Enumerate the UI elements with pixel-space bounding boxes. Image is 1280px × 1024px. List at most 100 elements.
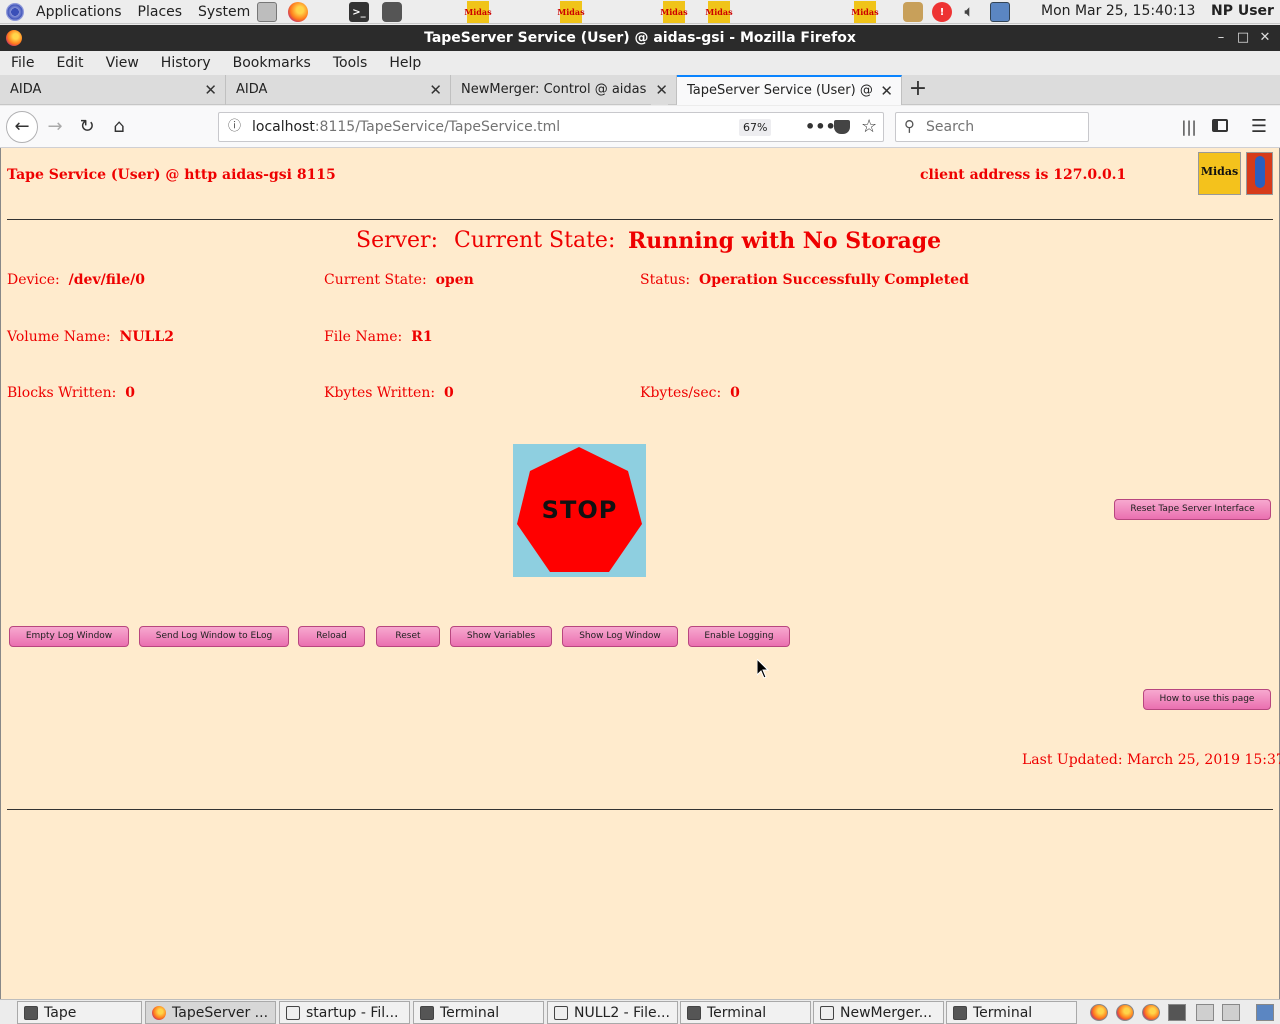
stop-button[interactable]: STOP xyxy=(513,444,646,577)
menu-edit[interactable]: Edit xyxy=(45,55,94,71)
alert-burst-icon[interactable]: ! xyxy=(932,2,952,22)
back-button[interactable]: ← xyxy=(6,111,38,143)
tcl-logo-icon xyxy=(1246,152,1273,195)
taskbar-item-terminal-3[interactable]: Terminal xyxy=(946,1001,1077,1024)
rate-label: Kbytes/sec: xyxy=(640,385,722,401)
taskbar-item-label: startup - Fil... xyxy=(306,1005,399,1021)
show-variables-button[interactable]: Show Variables xyxy=(450,626,552,647)
menu-bookmarks[interactable]: Bookmarks xyxy=(222,55,322,71)
window-title: TapeServer Service (User) @ aidas-gsi - … xyxy=(424,30,856,46)
search-icon: ⚲ xyxy=(904,117,915,135)
package-updater-icon[interactable] xyxy=(903,2,923,22)
reset-interface-button[interactable]: Reset Tape Server Interface xyxy=(1114,499,1271,520)
firefox-launcher-icon[interactable] xyxy=(288,2,308,22)
terminal-launcher-icon[interactable]: >_ xyxy=(349,2,369,22)
close-tab-icon[interactable]: ✕ xyxy=(651,75,668,105)
volume-icon[interactable]: 🔈︎ xyxy=(959,2,979,22)
bookmark-star-icon[interactable]: ☆ xyxy=(861,113,877,141)
close-window-icon[interactable]: ✕ xyxy=(1254,25,1276,51)
show-desktop-icon[interactable] xyxy=(1256,1004,1274,1021)
panel-clock[interactable]: Mon Mar 25, 15:40:13 xyxy=(1041,3,1195,19)
zoom-level-badge[interactable]: 67% xyxy=(739,119,772,136)
rate-value: 0 xyxy=(730,385,740,401)
panel-menu-applications[interactable]: Applications xyxy=(28,4,130,20)
workspace-firefox-icon[interactable] xyxy=(1116,1004,1134,1021)
page-actions-icon[interactable]: ••• xyxy=(805,113,836,141)
close-tab-icon[interactable]: ✕ xyxy=(429,75,442,105)
menu-file[interactable]: File xyxy=(0,55,45,71)
tab-aida-2[interactable]: AIDA ✕ xyxy=(226,75,451,105)
menu-help[interactable]: Help xyxy=(378,55,432,71)
close-tab-icon[interactable]: ✕ xyxy=(876,77,893,105)
menu-history[interactable]: History xyxy=(150,55,222,71)
kbytes-value: 0 xyxy=(443,385,454,401)
midas-launcher-icon[interactable]: Midas xyxy=(557,1,585,23)
file-manager-launcher-icon[interactable] xyxy=(257,2,277,22)
workspace-firefox-icon[interactable] xyxy=(1090,1004,1108,1021)
file-icon xyxy=(286,1006,300,1020)
taskbar-item-startup[interactable]: startup - Fil... xyxy=(279,1001,410,1024)
tab-newmerger[interactable]: NewMerger: Control @ aidas ✕ xyxy=(451,75,677,105)
taskbar-item-tape[interactable]: Tape xyxy=(17,1001,142,1024)
workspace-firefox-icon[interactable] xyxy=(1142,1004,1160,1021)
gnome-foot-icon[interactable] xyxy=(6,2,24,21)
search-box[interactable]: ⚲ xyxy=(895,112,1089,142)
forward-button[interactable]: → xyxy=(42,114,68,140)
panel-menu-places[interactable]: Places xyxy=(130,4,191,20)
library-icon[interactable]: ||| xyxy=(1176,114,1202,140)
state-value: open xyxy=(435,272,474,288)
empty-log-button[interactable]: Empty Log Window xyxy=(9,626,129,647)
panel-user-name[interactable]: NP User xyxy=(1211,3,1274,19)
tab-label: NewMerger: Control @ aidas xyxy=(461,82,647,97)
taskbar-item-tapeserver[interactable]: TapeServer ... xyxy=(145,1001,276,1024)
workspace-terminal-icon[interactable] xyxy=(1168,1004,1186,1021)
tab-label: TapeServer Service (User) @ xyxy=(687,83,873,98)
workspace-empty[interactable] xyxy=(1222,1004,1240,1021)
search-input[interactable] xyxy=(926,117,1076,137)
panel-menu-system[interactable]: System xyxy=(190,4,258,20)
enable-logging-button[interactable]: Enable Logging xyxy=(688,626,790,647)
taskbar-item-terminal-1[interactable]: Terminal xyxy=(413,1001,544,1024)
menu-view[interactable]: View xyxy=(95,55,150,71)
screenshot-launcher-icon[interactable] xyxy=(382,2,402,22)
reset-button[interactable]: Reset xyxy=(376,626,440,647)
tab-aida-1[interactable]: AIDA ✕ xyxy=(0,75,226,105)
midas-launcher-icon[interactable]: Midas xyxy=(851,1,879,23)
volume-label: Volume Name: xyxy=(7,329,111,345)
taskbar-item-newmerger[interactable]: NewMerger... xyxy=(813,1001,944,1024)
tab-tapeserver[interactable]: TapeServer Service (User) @ ✕ xyxy=(677,75,902,105)
taskbar-item-terminal-2[interactable]: Terminal xyxy=(680,1001,811,1024)
info-icon[interactable]: ⓘ xyxy=(228,113,241,141)
sidebar-toggle-icon[interactable] xyxy=(1207,114,1233,140)
midas-launcher-icon[interactable]: Midas xyxy=(705,1,733,23)
home-icon[interactable]: ⌂ xyxy=(106,114,132,140)
midas-launcher-icon[interactable]: Midas xyxy=(464,1,492,23)
show-log-button[interactable]: Show Log Window xyxy=(562,626,678,647)
taskbar-item-label: Terminal xyxy=(707,1005,767,1021)
midas-launcher-icon[interactable]: Midas xyxy=(660,1,688,23)
firefox-icon xyxy=(152,1006,166,1020)
url-bar[interactable]: ⓘ localhost:8115/TapeService/TapeService… xyxy=(218,112,884,142)
hamburger-menu-icon[interactable]: ☰ xyxy=(1246,114,1272,140)
workspace-empty[interactable] xyxy=(1196,1004,1214,1021)
network-icon[interactable] xyxy=(990,2,1010,22)
maximize-icon[interactable]: □ xyxy=(1232,25,1254,51)
taskbar-item-null2[interactable]: NULL2 - File... xyxy=(547,1001,678,1024)
minimize-icon[interactable]: – xyxy=(1210,25,1232,51)
new-tab-button[interactable]: + xyxy=(906,75,930,105)
how-to-button[interactable]: How to use this page xyxy=(1143,689,1271,710)
volume-value: NULL2 xyxy=(119,329,174,345)
window-titlebar[interactable]: TapeServer Service (User) @ aidas-gsi - … xyxy=(0,25,1280,51)
page-content: Tape Service (User) @ http aidas-gsi 811… xyxy=(0,148,1280,999)
reload-button[interactable]: Reload xyxy=(298,626,365,647)
server-label: Server: xyxy=(356,228,438,253)
menu-tools[interactable]: Tools xyxy=(322,55,379,71)
close-tab-icon[interactable]: ✕ xyxy=(204,75,217,105)
pocket-icon[interactable] xyxy=(834,120,850,134)
device-label: Device: xyxy=(7,272,60,288)
reload-icon[interactable]: ↻ xyxy=(74,114,100,140)
send-log-button[interactable]: Send Log Window to ELog xyxy=(139,626,289,647)
taskbar-item-label: Tape xyxy=(44,1005,77,1021)
url-text[interactable]: localhost:8115/TapeService/TapeService.t… xyxy=(252,113,560,141)
menubar: File Edit View History Bookmarks Tools H… xyxy=(0,51,1280,75)
